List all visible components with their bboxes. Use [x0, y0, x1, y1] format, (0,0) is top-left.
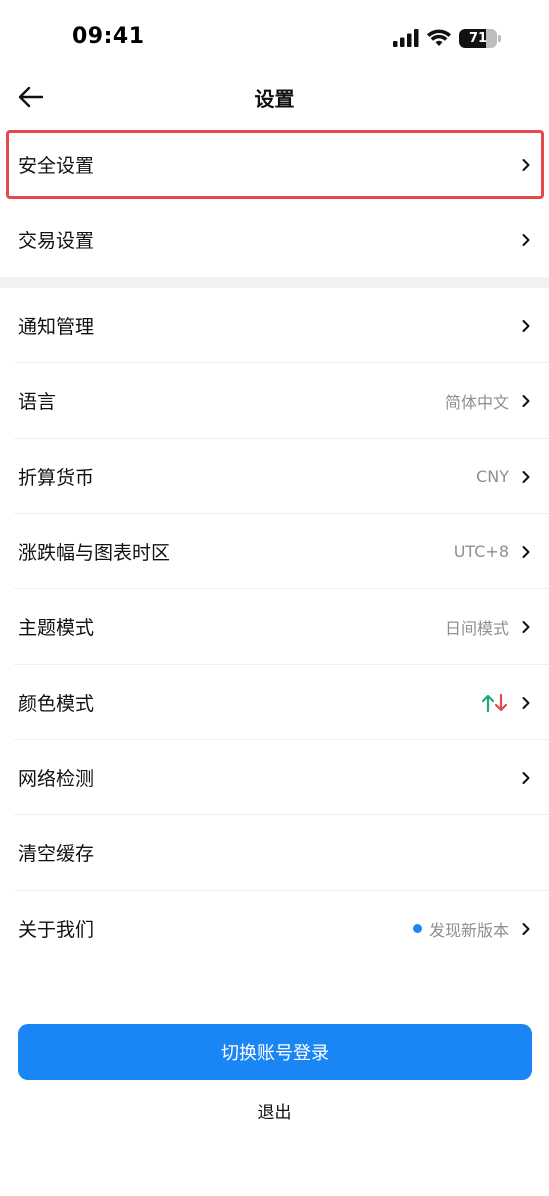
row-label: 主题模式: [18, 617, 95, 639]
timezone-value: UTC+8: [453, 542, 509, 561]
signal-icon: [393, 29, 419, 47]
row-label: 颜色模式: [18, 693, 95, 715]
switch-account-button[interactable]: 切换账号登录: [18, 1024, 532, 1080]
row-label: 清空缓存: [18, 843, 95, 865]
row-label: 网络检测: [18, 768, 95, 790]
settings-row-language[interactable]: 语言 简体中文: [0, 363, 549, 438]
settings-row-currency[interactable]: 折算货币 CNY: [0, 439, 549, 514]
settings-row-theme[interactable]: 主题模式 日间模式: [0, 589, 549, 664]
nav-bar: 设置: [0, 72, 549, 122]
battery-icon: 71: [459, 28, 497, 48]
chevron-right-icon: [519, 470, 533, 484]
row-label: 折算货币: [18, 467, 95, 489]
update-status: 发现新版本: [428, 920, 509, 940]
settings-row-security[interactable]: 安全设置: [0, 127, 549, 202]
chevron-right-icon: [519, 771, 533, 785]
row-label: 安全设置: [18, 155, 95, 177]
chevron-right-icon: [519, 545, 533, 559]
theme-value: 日间模式: [444, 618, 509, 638]
chevron-right-icon: [519, 696, 533, 710]
settings-row-color-mode[interactable]: 颜色模式: [0, 665, 549, 740]
battery-level: 71: [468, 30, 488, 46]
wifi-icon: [427, 29, 451, 46]
row-label: 语言: [18, 391, 57, 413]
logout-button[interactable]: 退出: [0, 1098, 549, 1123]
section-divider: [0, 277, 549, 288]
update-dot: [412, 924, 422, 933]
row-label: 通知管理: [18, 316, 95, 338]
status-bar: 09:41 71: [0, 0, 549, 72]
settings-row-about[interactable]: 关于我们 发现新版本: [0, 891, 549, 966]
settings-row-cache[interactable]: 清空缓存: [0, 815, 549, 890]
chevron-right-icon: [519, 319, 533, 333]
settings-row-network[interactable]: 网络检测: [0, 740, 549, 815]
chevron-right-icon: [519, 158, 533, 172]
page-title: 设置: [254, 87, 295, 111]
currency-value: CNY: [476, 467, 509, 486]
settings-row-timezone[interactable]: 涨跌幅与图表时区 UTC+8: [0, 514, 549, 589]
up-down-arrows-icon: [481, 693, 508, 712]
status-icons: 71: [393, 26, 501, 50]
chevron-right-icon: [519, 233, 533, 247]
settings-row-trading[interactable]: 交易设置: [0, 202, 549, 277]
row-label: 关于我们: [18, 919, 95, 941]
row-label: 交易设置: [18, 230, 95, 252]
chevron-right-icon: [519, 922, 533, 936]
status-time: 09:41: [72, 24, 145, 49]
settings-row-notifications[interactable]: 通知管理: [0, 288, 549, 363]
row-label: 涨跌幅与图表时区: [18, 542, 171, 564]
chevron-right-icon: [519, 394, 533, 408]
language-value: 简体中文: [444, 392, 509, 412]
chevron-right-icon: [519, 620, 533, 634]
